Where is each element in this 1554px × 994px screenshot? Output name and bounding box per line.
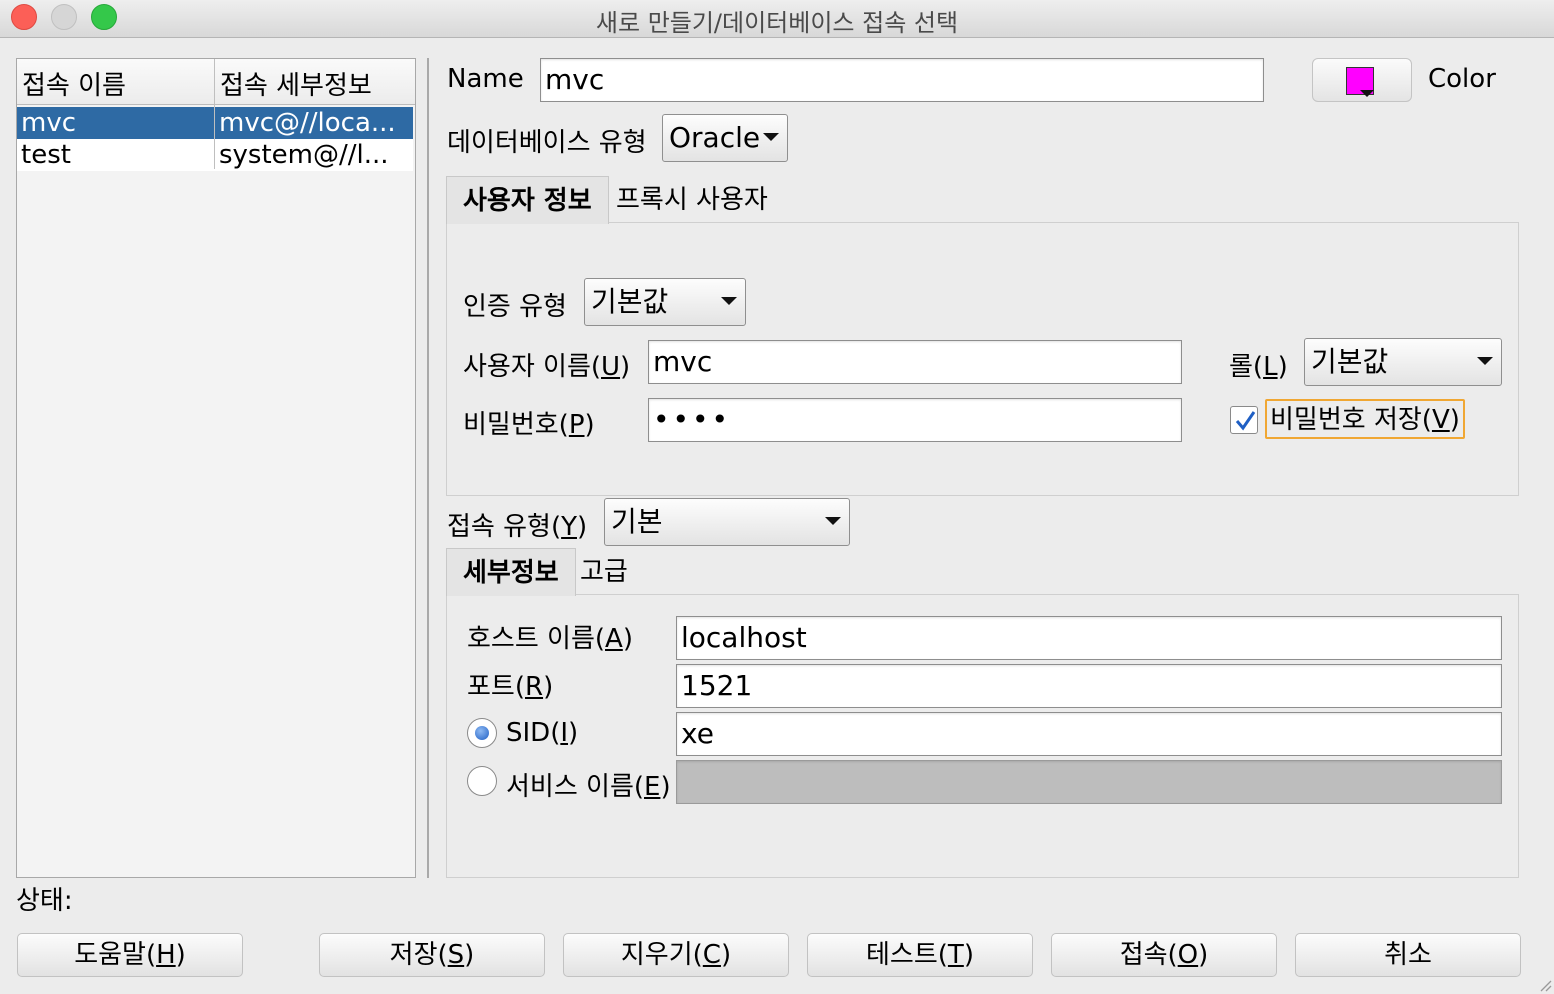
sid-input[interactable]: xe: [676, 712, 1502, 756]
save-password-label[interactable]: 비밀번호 저장(V): [1265, 399, 1465, 439]
status-label: 상태:: [16, 886, 73, 916]
sid-label[interactable]: SID(I): [506, 718, 578, 748]
hostname-label: 호스트 이름(A): [467, 624, 633, 654]
service-name-radio[interactable]: [467, 766, 497, 796]
port-label: 포트(R): [467, 672, 554, 702]
password-label: 비밀번호(P): [463, 410, 595, 440]
connection-details-cell: mvc@//loca...: [219, 108, 396, 138]
tab-details[interactable]: 세부정보: [446, 548, 576, 596]
role-label: 롤(L): [1229, 352, 1288, 382]
connection-row-mvc[interactable]: mvc mvc@//loca...: [17, 107, 413, 139]
service-name-label[interactable]: 서비스 이름(E): [506, 766, 671, 803]
database-type-label: 데이터베이스 유형: [447, 128, 647, 158]
window-title: 새로 만들기/데이터베이스 접속 선택: [595, 9, 959, 37]
title-bar: 새로 만들기/데이터베이스 접속 선택: [0, 0, 1554, 38]
column-divider[interactable]: [214, 59, 215, 169]
column-header-connection-name[interactable]: 접속 이름: [22, 65, 126, 102]
name-label: Name: [447, 64, 524, 94]
connection-row-test[interactable]: test system@//l...: [17, 139, 413, 171]
hostname-input[interactable]: localhost: [676, 616, 1502, 660]
save-password-checkbox[interactable]: [1230, 406, 1258, 434]
connection-list: 접속 이름 접속 세부정보 mvc mvc@//loca... test sys…: [16, 58, 416, 878]
split-pane-divider[interactable]: [427, 58, 429, 878]
username-input[interactable]: mvc: [648, 340, 1182, 384]
connection-type-label: 접속 유형(Y): [447, 512, 588, 542]
test-button[interactable]: 테스트(T): [807, 933, 1033, 977]
auth-type-select[interactable]: 기본값: [584, 278, 746, 326]
password-input[interactable]: ••••: [648, 398, 1182, 442]
radio-selected-dot: [475, 726, 489, 740]
connection-name-cell: test: [21, 140, 71, 170]
chevron-down-icon: [763, 133, 779, 141]
database-type-select[interactable]: Oracle: [662, 114, 788, 162]
clear-button[interactable]: 지우기(C): [563, 933, 789, 977]
resize-grip-icon[interactable]: [1538, 978, 1552, 992]
checkmark-icon: [1235, 411, 1256, 431]
connection-type-select[interactable]: 기본: [604, 498, 850, 546]
column-header-connection-details[interactable]: 접속 세부정보: [220, 65, 372, 102]
tab-user-info[interactable]: 사용자 정보: [446, 176, 609, 224]
save-button[interactable]: 저장(S): [319, 933, 545, 977]
dropdown-arrow-icon: [1360, 90, 1374, 97]
connect-button[interactable]: 접속(O): [1051, 933, 1277, 977]
auth-type-value: 기본값: [591, 285, 669, 318]
database-type-value: Oracle: [669, 121, 761, 154]
cancel-button[interactable]: 취소: [1295, 933, 1521, 977]
sid-radio[interactable]: [467, 718, 497, 748]
connection-list-header: 접속 이름 접속 세부정보: [17, 59, 415, 105]
chevron-down-icon: [825, 517, 841, 525]
connection-type-value: 기본: [611, 505, 663, 538]
port-input[interactable]: 1521: [676, 664, 1502, 708]
role-select[interactable]: 기본값: [1304, 338, 1502, 386]
tab-advanced[interactable]: 고급: [564, 548, 644, 596]
color-picker-button[interactable]: [1312, 58, 1412, 102]
color-label: Color: [1428, 64, 1496, 94]
service-name-input: [676, 760, 1502, 804]
role-value: 기본값: [1311, 345, 1389, 378]
tab-proxy-user[interactable]: 프록시 사용자: [600, 176, 784, 224]
help-button[interactable]: 도움말(H): [17, 933, 243, 977]
username-label: 사용자 이름(U): [463, 352, 631, 382]
chevron-down-icon: [1477, 357, 1493, 365]
chevron-down-icon: [721, 297, 737, 305]
connection-name-cell: mvc: [21, 108, 77, 138]
connection-details-cell: system@//l...: [219, 140, 389, 170]
name-input[interactable]: mvc: [540, 58, 1264, 102]
auth-type-label: 인증 유형: [463, 292, 567, 322]
